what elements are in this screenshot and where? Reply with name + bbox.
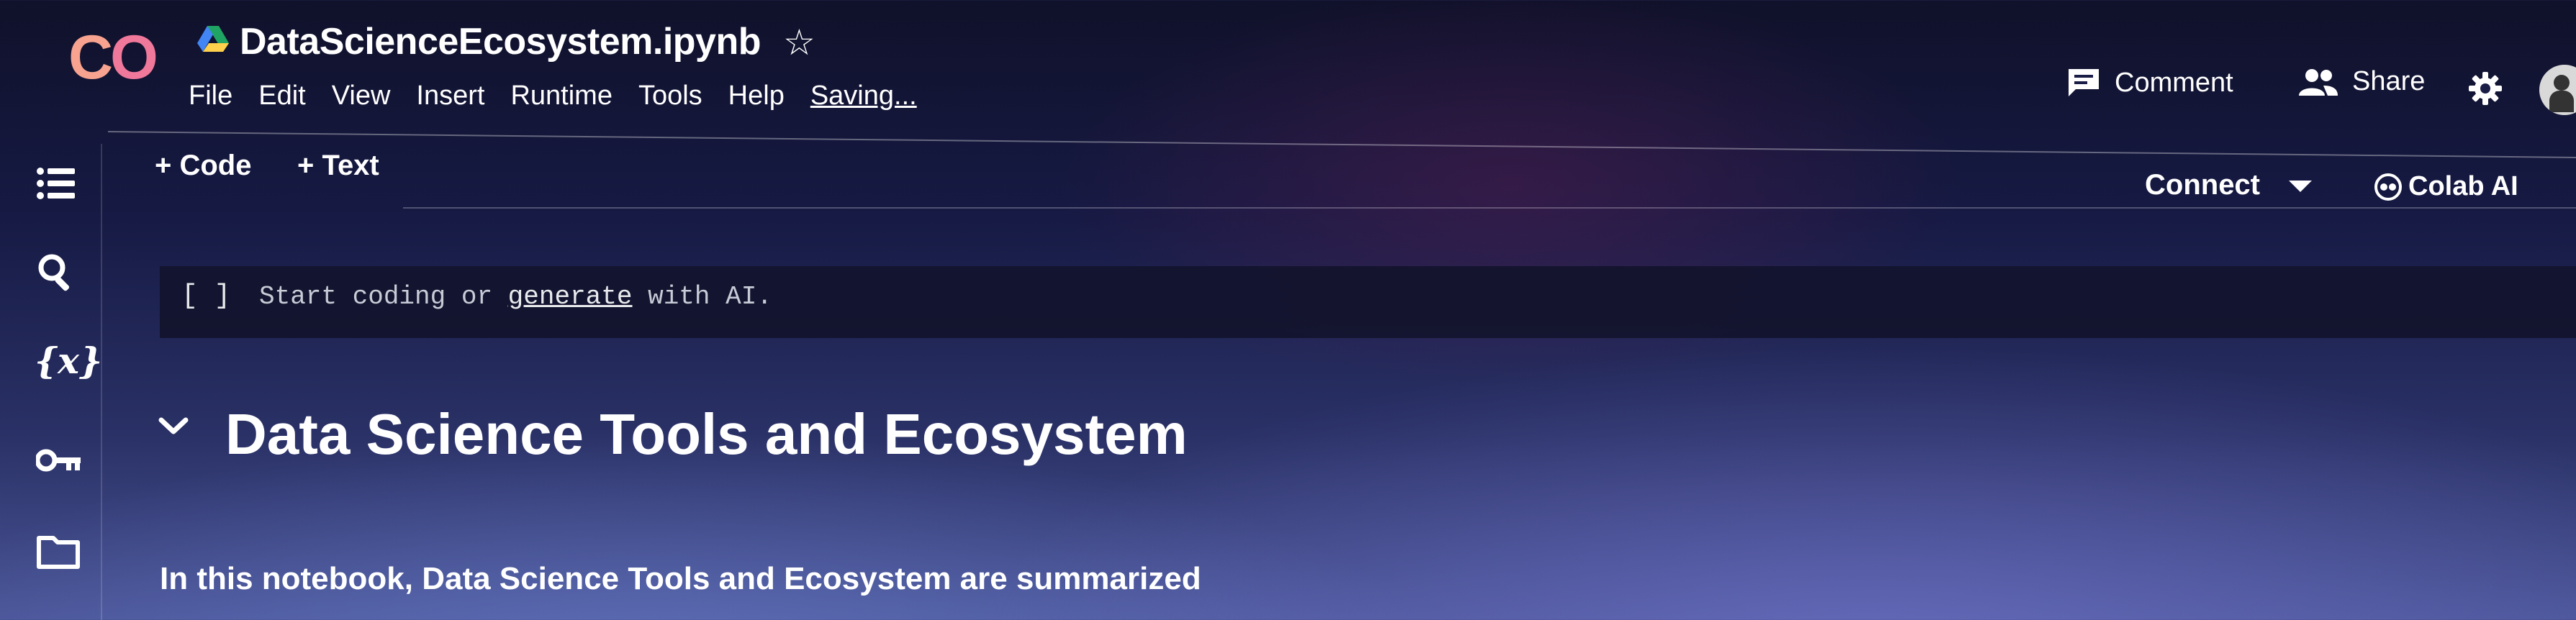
add-code-button[interactable]: + Code: [155, 150, 251, 182]
menu-view[interactable]: View: [332, 81, 391, 111]
avatar[interactable]: [2539, 65, 2576, 115]
generate-link[interactable]: generate: [508, 282, 633, 311]
star-icon[interactable]: ☆: [783, 24, 815, 60]
toc-icon[interactable]: [36, 165, 76, 201]
comment-icon: [2069, 69, 2099, 96]
code-cell[interactable]: [ ] Start coding or generate with AI.: [160, 266, 2576, 338]
connect-button[interactable]: Connect: [2145, 169, 2260, 201]
run-cell-button[interactable]: [ ]: [181, 281, 230, 311]
menu-runtime[interactable]: Runtime: [510, 81, 613, 111]
section-heading[interactable]: Data Science Tools and Ecosystem: [225, 401, 1188, 468]
settings-gear-icon[interactable]: [2467, 70, 2503, 106]
share-people-icon: [2299, 68, 2338, 96]
share-label: Share: [2352, 66, 2426, 96]
menu-insert[interactable]: Insert: [416, 81, 484, 111]
comment-button[interactable]: Comment: [2066, 66, 2233, 99]
logo-letter-o: O: [110, 23, 158, 92]
menu-bar: File Edit View Insert Runtime Tools Help…: [189, 81, 917, 111]
notebook-title[interactable]: DataScienceEcosystem.ipynb: [240, 20, 761, 63]
chevron-down-icon[interactable]: [2289, 181, 2312, 192]
menu-tools[interactable]: Tools: [638, 81, 702, 111]
logo-letter-c: C: [68, 23, 114, 92]
collapse-chevron-icon[interactable]: [157, 416, 190, 437]
left-sidebar: {x}: [0, 144, 102, 620]
variables-icon[interactable]: {x}: [35, 339, 102, 382]
menu-edit[interactable]: Edit: [258, 81, 305, 111]
colab-ai-label: Colab AI: [2408, 171, 2518, 201]
toolbar-divider: [403, 207, 2576, 209]
header-divider: [108, 131, 2576, 158]
colab-logo[interactable]: C O: [68, 23, 162, 92]
menu-file[interactable]: File: [189, 81, 232, 111]
cell-placeholder-prefix: Start coding or: [259, 282, 508, 311]
key-icon[interactable]: [36, 446, 82, 475]
share-button[interactable]: Share: [2297, 66, 2425, 97]
drive-icon[interactable]: [196, 24, 230, 53]
menu-help[interactable]: Help: [728, 81, 785, 111]
folder-icon[interactable]: [36, 534, 81, 570]
cell-placeholder[interactable]: Start coding or generate with AI.: [259, 282, 772, 311]
search-icon[interactable]: [36, 252, 76, 292]
save-status[interactable]: Saving...: [810, 81, 917, 111]
add-text-button[interactable]: + Text: [297, 150, 379, 182]
cell-placeholder-suffix: with AI.: [632, 282, 772, 311]
markdown-paragraph[interactable]: In this notebook, Data Science Tools and…: [160, 561, 1201, 597]
comment-label: Comment: [2115, 67, 2233, 98]
colab-ai-icon: [2374, 173, 2402, 201]
colab-ai-button[interactable]: Colab AI: [2374, 171, 2518, 202]
